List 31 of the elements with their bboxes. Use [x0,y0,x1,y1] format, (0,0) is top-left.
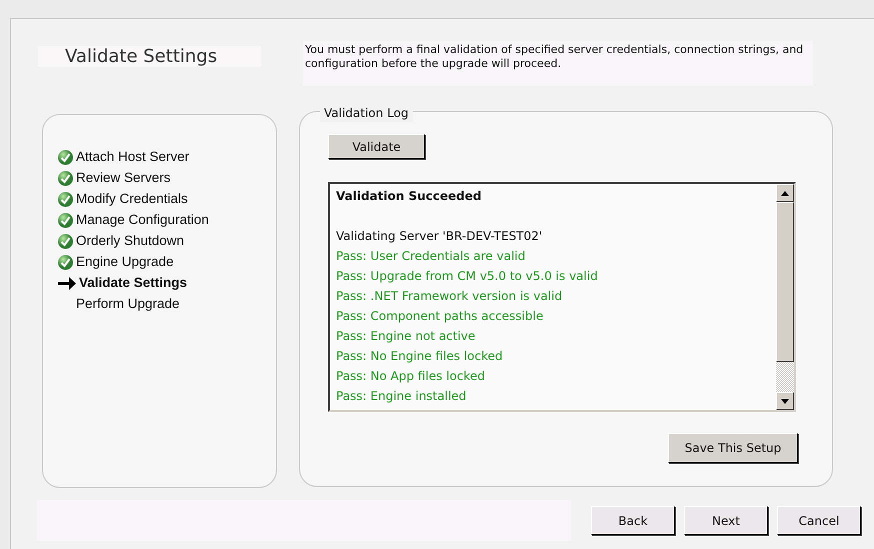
scroll-thumb[interactable] [776,202,794,362]
step-label: Attach Host Server [76,148,190,166]
log-line: Pass: Component paths accessible [336,308,544,325]
validate-button[interactable]: Validate [328,134,425,159]
up-arrow-icon [781,190,789,196]
log-line: Pass: .NET Framework version is valid [336,288,564,305]
description-text: You must perform a final validation of specified server credentials, connection strings, and configuration before the upgrade will proceed. [303,41,813,86]
step-label: Orderly Shutdown [76,232,184,250]
step-label: Modify Credentials [76,190,188,208]
footer-button[interactable]: Next [684,506,768,535]
step-label: Review Servers [76,169,171,188]
scroll-up-button[interactable] [776,184,794,202]
step-label: Manage Configuration [76,211,209,230]
scroll-down-button[interactable] [776,392,794,410]
log-line: Pass: No App files locked [336,368,486,385]
footer-button[interactable]: Cancel [777,506,861,535]
log-line: Pass: Upgrade from CM v5.0 to v5.0 is valid [336,268,599,285]
step-label: Validate Settings [79,274,188,292]
down-arrow-icon [781,398,789,404]
step-label: Perform Upgrade [76,295,180,314]
page-title: Validate Settings [38,46,261,67]
footer-button[interactable]: Back [591,506,675,535]
scrollbar-track[interactable] [776,184,794,410]
save-setup-button[interactable]: Save This Setup [668,433,798,463]
log-line: Pass: User Credentials are valid [336,248,526,265]
log-line: Validating Server 'BR-DEV-TEST02' [336,228,544,245]
log-line: Pass: Engine not active [336,328,476,345]
log-line: Pass: No Engine files locked [336,348,504,365]
step-label: Engine Upgrade [76,253,174,272]
log-line: Pass: Engine installed [336,388,468,405]
log-line: Validation Succeeded [336,188,482,205]
